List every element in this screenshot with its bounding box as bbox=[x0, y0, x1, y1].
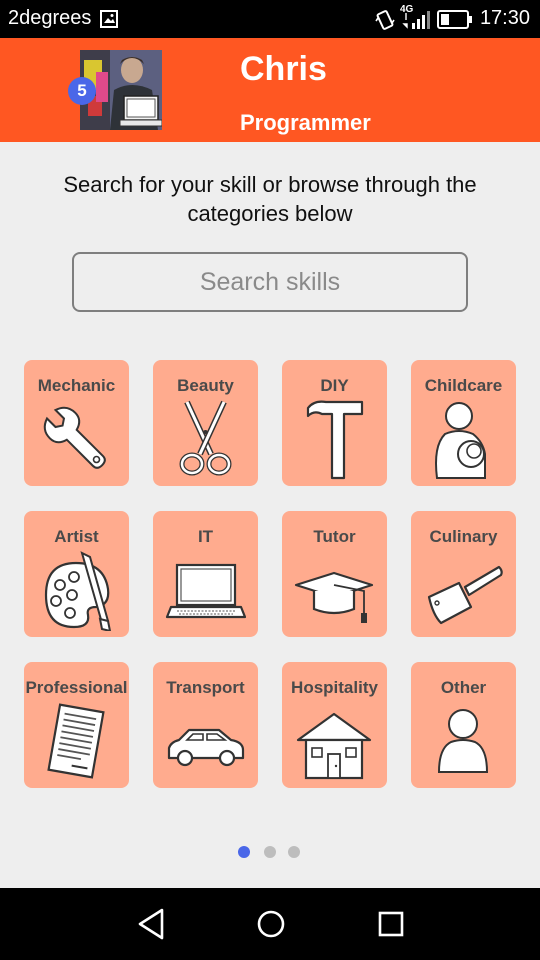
navigation-bar bbox=[0, 888, 540, 960]
category-tile-tutor[interactable]: Tutor bbox=[282, 511, 387, 637]
category-label: Beauty bbox=[177, 376, 234, 395]
category-tile-mechanic[interactable]: Mechanic bbox=[24, 360, 129, 486]
page-dot[interactable] bbox=[264, 846, 276, 858]
category-tile-diy[interactable]: DIY bbox=[282, 360, 387, 486]
category-label: DIY bbox=[320, 376, 349, 395]
palette-icon bbox=[36, 549, 117, 631]
page-dot-active[interactable] bbox=[238, 846, 250, 858]
vibrate-icon bbox=[374, 9, 396, 36]
search-input[interactable] bbox=[72, 252, 468, 312]
category-tile-culinary[interactable]: Culinary bbox=[411, 511, 516, 637]
document-icon bbox=[36, 700, 117, 782]
category-label: Transport bbox=[166, 678, 245, 697]
graduation-cap-icon bbox=[294, 549, 375, 631]
profile-header: 5 Chris Programmer bbox=[0, 38, 540, 142]
category-label: Professional bbox=[25, 678, 128, 697]
back-icon[interactable] bbox=[132, 906, 172, 942]
recents-icon[interactable] bbox=[370, 906, 410, 942]
category-label: Culinary bbox=[429, 527, 498, 546]
category-grid: Mechanic Beauty DIY Childcare Artist IT bbox=[24, 360, 516, 788]
user-role: Programmer bbox=[240, 110, 371, 135]
signal-icon bbox=[402, 10, 430, 35]
user-name: Chris bbox=[240, 50, 327, 88]
intro-text: Search for your skill or browse through … bbox=[63, 172, 477, 226]
category-tile-other[interactable]: Other bbox=[411, 662, 516, 788]
category-tile-professional[interactable]: Professional bbox=[24, 662, 129, 788]
category-label: Tutor bbox=[313, 527, 356, 546]
home-icon[interactable] bbox=[251, 906, 291, 942]
category-label: Childcare bbox=[424, 376, 503, 395]
scissors-icon bbox=[165, 398, 246, 480]
page-indicator bbox=[238, 846, 302, 858]
category-label: Mechanic bbox=[37, 376, 116, 395]
notification-badge[interactable]: 5 bbox=[68, 77, 96, 105]
page-dot[interactable] bbox=[288, 846, 300, 858]
car-icon bbox=[165, 700, 246, 782]
category-label: IT bbox=[197, 527, 214, 546]
wrench-icon bbox=[36, 398, 117, 480]
category-tile-transport[interactable]: Transport bbox=[153, 662, 258, 788]
category-tile-artist[interactable]: Artist bbox=[24, 511, 129, 637]
cleaver-icon bbox=[423, 549, 504, 631]
carrier-name: 2degrees bbox=[8, 7, 92, 29]
person-icon bbox=[423, 700, 504, 782]
hammer-icon bbox=[294, 398, 375, 480]
category-tile-childcare[interactable]: Childcare bbox=[411, 360, 516, 486]
parent-child-icon bbox=[423, 398, 504, 480]
clock: 17:30 bbox=[479, 7, 530, 29]
house-icon bbox=[294, 700, 375, 782]
category-label: Hospitality bbox=[291, 678, 378, 697]
battery-icon bbox=[437, 10, 473, 34]
category-label: Other bbox=[440, 678, 487, 697]
category-tile-it[interactable]: IT bbox=[153, 511, 258, 637]
status-bar: 2degrees 4G 17:30 bbox=[0, 0, 540, 38]
laptop-icon bbox=[165, 549, 246, 631]
category-tile-beauty[interactable]: Beauty bbox=[153, 360, 258, 486]
gallery-notification-icon bbox=[100, 10, 118, 33]
category-tile-hospitality[interactable]: Hospitality bbox=[282, 662, 387, 788]
category-label: Artist bbox=[54, 527, 99, 546]
